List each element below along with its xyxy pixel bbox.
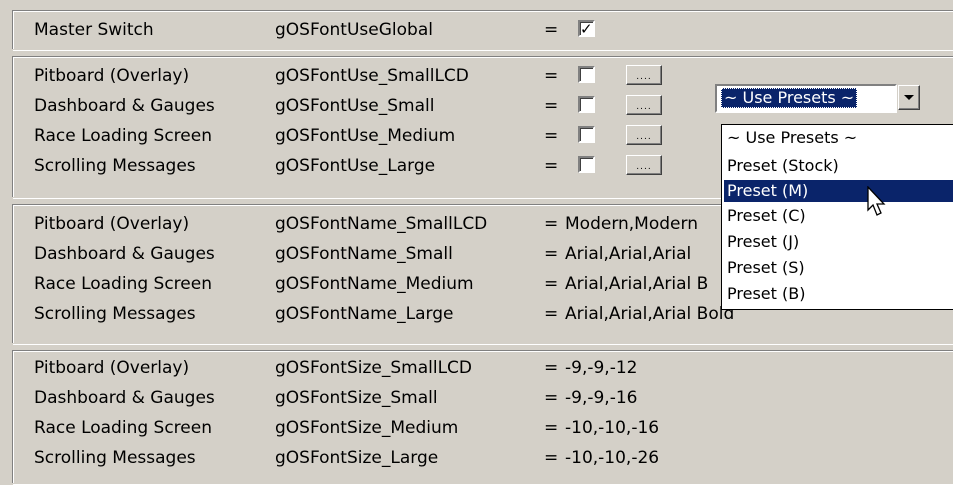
- row-key: gOSFontUse_Large: [275, 156, 436, 176]
- checkmark-icon: ✓: [580, 20, 593, 38]
- font-size-row-medium: Race Loading Screen gOSFontSize_Medium =…: [13, 413, 953, 443]
- row-key: gOSFontName_SmallLCD: [275, 214, 488, 234]
- row-key: gOSFontName_Large: [275, 304, 454, 324]
- preset-option-m[interactable]: Preset (M): [724, 180, 953, 202]
- font-size-large-value[interactable]: -10,-10,-26: [565, 443, 659, 473]
- equals-sign: =: [544, 156, 559, 176]
- preset-option-j[interactable]: Preset (J): [724, 231, 953, 253]
- equals-sign: =: [544, 274, 559, 294]
- font-size-smalllcd-value[interactable]: -9,-9,-12: [565, 353, 637, 383]
- row-label: Scrolling Messages: [34, 156, 196, 176]
- row-label: Master Switch: [34, 20, 154, 40]
- row-key: gOSFontName_Medium: [275, 274, 474, 294]
- row-label: Scrolling Messages: [34, 448, 196, 468]
- chevron-down-icon: [904, 95, 914, 100]
- presets-combobox-field[interactable]: ~ Use Presets ~: [715, 84, 897, 113]
- font-name-smalllcd-value[interactable]: Modern,Modern: [565, 209, 698, 239]
- master-switch-row: Master Switch gOSFontUseGlobal = ✓: [13, 15, 953, 45]
- font-small-browse-button[interactable]: ....: [626, 95, 662, 115]
- font-smalllcd-browse-button[interactable]: ....: [626, 65, 662, 85]
- font-size-row-smalllcd: Pitboard (Overlay) gOSFontSize_SmallLCD …: [13, 353, 953, 383]
- presets-dropdown-list: ~ Use Presets ~ Preset (Stock) Preset (M…: [721, 124, 953, 310]
- row-key: gOSFontUse_Small: [275, 96, 435, 116]
- font-name-small-value[interactable]: Arial,Arial,Arial: [565, 239, 691, 269]
- equals-sign: =: [544, 244, 559, 264]
- font-size-group: Pitboard (Overlay) gOSFontSize_SmallLCD …: [12, 350, 953, 485]
- row-key: gOSFontSize_Large: [275, 448, 439, 468]
- master-switch-group: Master Switch gOSFontUseGlobal = ✓: [12, 10, 953, 51]
- row-label: Pitboard (Overlay): [34, 66, 190, 86]
- master-switch-checkbox[interactable]: ✓: [578, 20, 595, 38]
- row-key: gOSFontSize_SmallLCD: [275, 358, 473, 378]
- font-name-medium-value[interactable]: Arial,Arial,Arial B: [565, 269, 708, 299]
- row-label: Scrolling Messages: [34, 304, 196, 324]
- equals-sign: =: [544, 448, 559, 468]
- equals-sign: =: [544, 418, 559, 438]
- equals-sign: =: [544, 214, 559, 234]
- mouse-cursor-icon: [867, 186, 886, 216]
- row-key: gOSFontUse_Medium: [275, 126, 456, 146]
- row-key: gOSFontName_Small: [275, 244, 453, 264]
- equals-sign: =: [544, 126, 559, 146]
- font-size-medium-value[interactable]: -10,-10,-16: [565, 413, 659, 443]
- font-medium-browse-button[interactable]: ....: [626, 125, 662, 145]
- font-use-medium-checkbox[interactable]: [578, 126, 595, 143]
- row-label: Dashboard & Gauges: [34, 244, 215, 264]
- presets-dropdown-button[interactable]: [898, 85, 920, 110]
- equals-sign: =: [544, 20, 559, 40]
- preset-option-b[interactable]: Preset (B): [724, 283, 953, 305]
- row-key: gOSFontSize_Small: [275, 388, 438, 408]
- row-key: gOSFontSize_Medium: [275, 418, 459, 438]
- font-size-row-large: Scrolling Messages gOSFontSize_Large = -…: [13, 443, 953, 473]
- font-size-row-small: Dashboard & Gauges gOSFontSize_Small = -…: [13, 383, 953, 413]
- equals-sign: =: [544, 358, 559, 378]
- row-label: Dashboard & Gauges: [34, 96, 215, 116]
- presets-selected-value: ~ Use Presets ~: [721, 88, 858, 108]
- preset-option-use-presets[interactable]: ~ Use Presets ~: [724, 127, 953, 149]
- equals-sign: =: [544, 66, 559, 86]
- equals-sign: =: [544, 96, 559, 116]
- preset-option-c[interactable]: Preset (C): [724, 205, 953, 227]
- row-label: Pitboard (Overlay): [34, 214, 190, 234]
- presets-combobox[interactable]: ~ Use Presets ~: [715, 84, 920, 113]
- equals-sign: =: [544, 388, 559, 408]
- row-label: Race Loading Screen: [34, 418, 212, 438]
- row-key: gOSFontUse_SmallLCD: [275, 66, 469, 86]
- row-label: Dashboard & Gauges: [34, 388, 215, 408]
- font-large-browse-button[interactable]: ....: [626, 155, 662, 175]
- font-use-smalllcd-checkbox[interactable]: [578, 66, 595, 83]
- preset-option-stock[interactable]: Preset (Stock): [724, 155, 953, 177]
- font-size-small-value[interactable]: -9,-9,-16: [565, 383, 637, 413]
- equals-sign: =: [544, 304, 559, 324]
- row-label: Race Loading Screen: [34, 274, 212, 294]
- font-use-large-checkbox[interactable]: [578, 156, 595, 173]
- row-label: Pitboard (Overlay): [34, 358, 190, 378]
- font-use-small-checkbox[interactable]: [578, 96, 595, 113]
- row-label: Race Loading Screen: [34, 126, 212, 146]
- preset-option-s[interactable]: Preset (S): [724, 257, 953, 279]
- row-key: gOSFontUseGlobal: [275, 20, 433, 40]
- font-name-large-value[interactable]: Arial,Arial,Arial Bold: [565, 299, 734, 329]
